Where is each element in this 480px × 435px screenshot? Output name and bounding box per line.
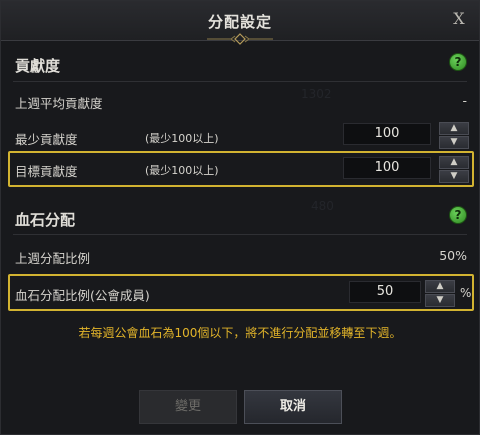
last-week-avg-contribution-value: - [462, 93, 467, 108]
dialog-title: 分配設定 [207, 13, 272, 31]
ratio-input[interactable]: 50 [349, 281, 421, 303]
title-ornament-icon [207, 33, 273, 45]
chevron-down-icon[interactable]: ▼ [439, 170, 469, 183]
ratio-stepper: ▲ ▼ [425, 280, 455, 308]
last-week-avg-contribution-label: 上週平均貢獻度 [15, 96, 103, 111]
distribution-settings-dialog: 1302 480 分配設定 X 貢獻度 ? 上週平均貢獻度 - 最少貢獻度 (最… [0, 0, 480, 435]
contribution-help-icon[interactable]: ? [449, 53, 467, 71]
target-contribution-stepper: ▲ ▼ [439, 156, 469, 184]
change-button[interactable]: 變更 [139, 390, 237, 424]
target-contribution-input[interactable]: 100 [343, 157, 431, 179]
target-contribution-hint: (最少100以上) [145, 164, 219, 177]
target-contribution-label: 目標貢獻度 [15, 164, 78, 179]
distribution-section-title: 血石分配 [15, 211, 76, 229]
chevron-up-icon[interactable]: ▲ [439, 122, 469, 135]
distribution-help-icon[interactable]: ? [449, 206, 467, 224]
cancel-button[interactable]: 取消 [244, 390, 342, 424]
distribution-notice: 若每週公會血石為100個以下，將不進行分配並移轉至下週。 [78, 326, 402, 340]
background-watermark: 1302 [301, 87, 332, 101]
min-contribution-hint: (最少100以上) [145, 132, 219, 145]
close-button[interactable]: X [449, 9, 469, 29]
last-week-ratio-label: 上週分配比例 [15, 251, 91, 266]
chevron-down-icon[interactable]: ▼ [425, 294, 455, 307]
min-contribution-input[interactable]: 100 [343, 123, 431, 145]
min-contribution-label: 最少貢獻度 [15, 132, 78, 147]
last-week-ratio-value: 50% [439, 248, 467, 263]
ratio-label: 血石分配比例(公會成員) [15, 288, 150, 303]
chevron-up-icon[interactable]: ▲ [425, 280, 455, 293]
section-divider [13, 81, 467, 82]
ratio-percent-unit: % [460, 286, 472, 300]
min-contribution-stepper: ▲ ▼ [439, 122, 469, 150]
chevron-down-icon[interactable]: ▼ [439, 136, 469, 149]
chevron-up-icon[interactable]: ▲ [439, 156, 469, 169]
contribution-section-title: 貢獻度 [15, 57, 61, 75]
section-divider [13, 234, 467, 235]
title-bar: 分配設定 X [1, 1, 479, 45]
background-watermark: 480 [311, 199, 334, 213]
